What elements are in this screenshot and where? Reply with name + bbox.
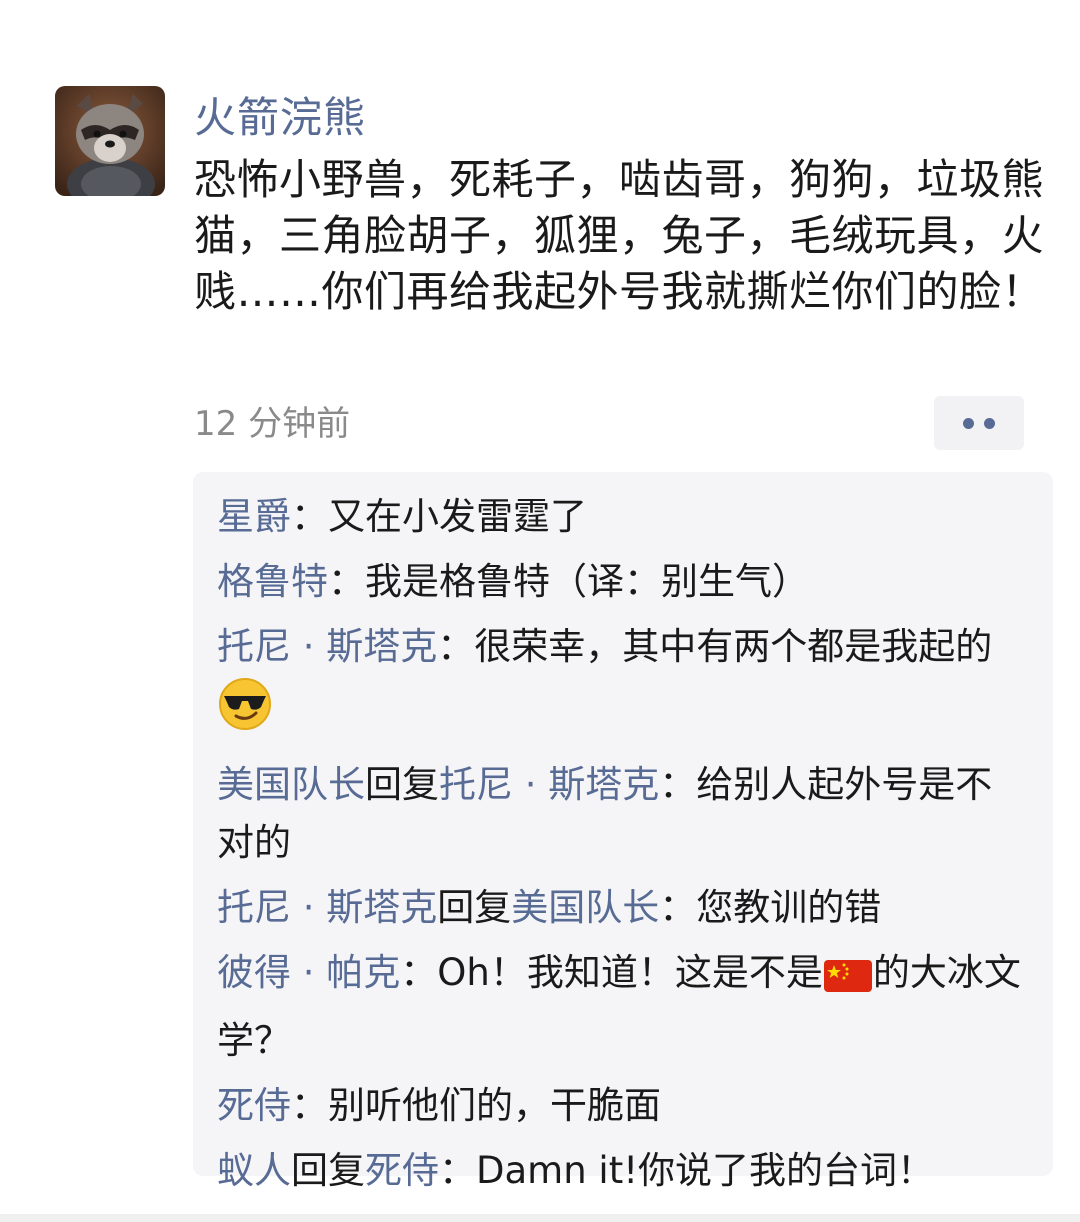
comment-author[interactable]: 托尼 · 斯塔克 [217,886,437,929]
comment-text: Oh！我知道！这是不是 [437,951,823,994]
comment-list: 星爵：又在小发雷霆了 格鲁特：我是格鲁特（译：别生气） 托尼 · 斯塔克：很荣幸… [193,472,1053,1192]
comment-item[interactable]: 蚁人回复死侍：Damn it!你说了我的台词！ [217,1142,1029,1200]
comment-item[interactable]: 托尼 · 斯塔克：很荣幸，其中有两个都是我起的 [217,618,1029,749]
comment-item[interactable]: 美国队长回复托尼 · 斯塔克：给别人起外号是不对的 [217,756,1029,872]
comment-author[interactable]: 星爵 [217,495,291,538]
comment-text: 您教训的错 [696,886,882,929]
post-time: 12 分钟前 [194,404,351,444]
post-author[interactable]: 火箭浣熊 [194,90,366,146]
comment-colon: ： [659,763,697,806]
comment-author[interactable]: 死侍 [217,1084,291,1127]
comment-colon: ： [437,625,475,668]
comment-author[interactable]: 格鲁特 [217,560,328,603]
comment-author[interactable]: 蚁人 [217,1149,291,1192]
comment-item[interactable]: 托尼 · 斯塔克回复美国队长：您教训的错 [217,879,1029,937]
comment-colon: ： [659,886,697,929]
comment-item[interactable]: 星爵：又在小发雷霆了 [217,488,1029,546]
comment-colon: ： [328,560,365,603]
comment-colon: ： [291,495,328,538]
reply-word: 回复 [365,763,439,806]
comment-text: 又在小发雷霆了 [328,495,587,538]
more-options-button[interactable] [934,396,1024,450]
comment-text: Damn it!你说了我的台词！ [476,1149,935,1192]
comment-item[interactable]: 格鲁特：我是格鲁特（译：别生气） [217,553,1029,611]
comment-text: 别听他们的，干脆面 [328,1084,661,1127]
comment-item[interactable]: 死侍：别听他们的，干脆面 [217,1077,1029,1135]
comment-text: 我是格鲁特（译：别生气） [365,560,809,603]
china-flag-icon [823,954,873,1012]
sunglasses-emoji-icon [217,676,273,749]
post-text: 恐怖小野兽，死耗子，啮齿哥，狗狗，垃圾熊猫，三角脸胡子，狐狸，兔子，毛绒玩具，火… [194,155,1045,316]
comment-colon: ： [291,1084,328,1127]
raccoon-avatar-icon [55,86,165,196]
comment-item[interactable]: 彼得 · 帕克：Oh！我知道！这是不是 的大冰文学？ [217,944,1029,1070]
reply-word: 回复 [291,1149,365,1192]
dot-icon [984,417,995,429]
reply-target[interactable]: 死侍 [365,1149,439,1192]
comment-author[interactable]: 彼得 · 帕克 [217,951,400,994]
moments-post: 火箭浣熊 恐怖小野兽，死耗子，啮齿哥，狗狗，垃圾熊猫，三角脸胡子，狐狸，兔子，毛… [0,0,1080,1222]
comment-colon: ： [439,1149,476,1192]
reply-word: 回复 [437,886,512,929]
comment-author[interactable]: 美国队长 [217,763,365,806]
bottom-divider [0,1214,1080,1222]
avatar[interactable] [55,86,165,196]
dot-icon [963,417,974,429]
comment-author[interactable]: 托尼 · 斯塔克 [217,625,437,668]
comment-colon: ： [400,951,438,994]
reply-target[interactable]: 托尼 · 斯塔克 [439,763,659,806]
comment-text: 很荣幸，其中有两个都是我起的 [474,625,993,668]
reply-target[interactable]: 美国队长 [511,886,659,929]
